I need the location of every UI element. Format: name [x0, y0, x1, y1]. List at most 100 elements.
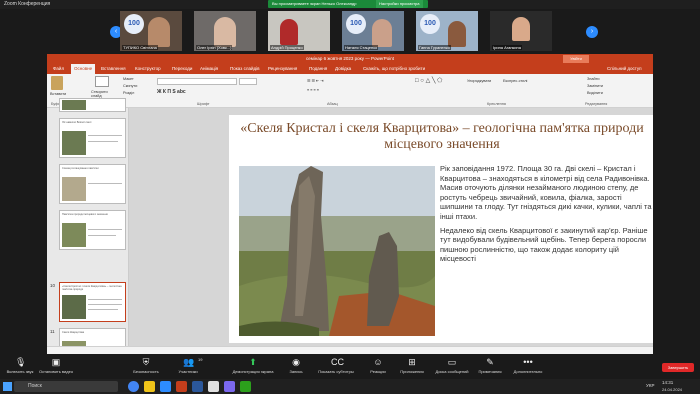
slide-thumbnail[interactable]: Схема розташування пам'ятки — [59, 164, 126, 204]
participant-tile[interactable]: 100 Ганна Гураненко — [416, 11, 478, 51]
participant-tile[interactable]: 100 Наталя Стаценко — [342, 11, 404, 51]
apps-label: Приложения — [400, 369, 424, 374]
ribbon-group-editing: Редагування — [585, 102, 608, 106]
video-button[interactable]: ▣ Остановить видео — [36, 357, 76, 374]
thumbnail-title: Скеля Кварцитова — [62, 331, 85, 334]
participant-tile[interactable]: Олег Ірхін (Ховк...) — [194, 11, 256, 51]
whiteboard-label: Доска сообщений — [435, 369, 469, 374]
share-screen-button[interactable]: ⬆ Демонстрация экрана — [226, 357, 280, 374]
new-slide-button[interactable]: Створити слайд — [91, 90, 115, 98]
menu-review[interactable]: Рецензування — [268, 64, 297, 74]
gallery-next-icon[interactable]: › — [586, 26, 598, 38]
new-slide-icon[interactable] — [95, 76, 109, 87]
menu-home[interactable]: Основне — [71, 64, 96, 74]
share-banner: Вы просматриваете экран Ненько Олександр… — [268, 0, 428, 8]
more-label: Дополнительно — [513, 369, 543, 374]
zoom-app-icon[interactable] — [160, 381, 171, 392]
sign-in-button[interactable]: Увійти — [563, 55, 589, 63]
captions-button[interactable]: CC Показать субтитры — [312, 357, 360, 374]
microphone-icon: 🎙 — [15, 357, 27, 367]
slide-title[interactable]: «Скеля Кристал і скеля Кварцитова» – гео… — [239, 121, 645, 153]
avatar — [148, 17, 170, 47]
avatar: 100 — [124, 14, 144, 34]
menu-view[interactable]: Подання — [309, 64, 327, 74]
clock-time[interactable]: 14:31 — [662, 380, 673, 385]
whiteboard-button[interactable]: ▭ Доска сообщений — [430, 357, 474, 374]
slide-paragraph: Рік заповідання 1972. Площа 30 га. Дві с… — [440, 164, 652, 221]
avatar: 100 — [346, 14, 366, 34]
menu-insert[interactable]: Вставлення — [101, 64, 126, 74]
font-name-select[interactable] — [157, 78, 237, 85]
powerpoint-window: семінар 6 жовтня 2023 року — PowerPoint … — [47, 54, 653, 354]
share-button[interactable]: Спільний доступ — [607, 64, 642, 74]
current-slide[interactable]: «Скеля Кристал і скеля Кварцитова» – гео… — [229, 115, 653, 343]
view-settings-button[interactable]: Настройки просмотра — [376, 0, 423, 8]
folder-icon[interactable] — [144, 381, 155, 392]
notes-icon: ✎ — [486, 357, 494, 367]
slide-paragraph: Недалеко від скель Кварцитової є закинут… — [440, 225, 648, 264]
participant-name: Наталя Стаценко — [344, 45, 379, 50]
chrome-icon[interactable] — [128, 381, 139, 392]
ribbon-group-drawing: Креслення — [487, 102, 506, 106]
word-app-icon[interactable] — [192, 381, 203, 392]
font-format-icon[interactable]: Ж К П S abc — [157, 89, 186, 95]
more-icon: ••• — [523, 357, 533, 367]
taskbar-search[interactable]: Поиск — [14, 381, 118, 392]
bullets-icon[interactable]: ☰ ☰ ⇤ ⇥ — [307, 78, 323, 83]
notes-button[interactable]: ✎ Примечания — [470, 357, 510, 374]
thumbnail-text-line — [88, 309, 118, 310]
reactions-label: Реакции — [370, 369, 386, 374]
windows-start-icon[interactable] — [3, 382, 12, 391]
mute-button[interactable]: 🎙 Включить звук — [0, 357, 40, 374]
replace-button[interactable]: Замінити — [587, 84, 603, 88]
paste-button[interactable]: Вставити — [50, 92, 66, 96]
powerpoint-app-icon[interactable] — [176, 381, 187, 392]
avatar — [372, 19, 392, 47]
participant-name: Олег Ірхін (Ховк...) — [196, 45, 233, 50]
record-icon: ◉ — [292, 357, 300, 367]
clock-date[interactable]: 24.04.2024 — [662, 387, 682, 392]
menu-animations[interactable]: Анімація — [200, 64, 218, 74]
end-meeting-button[interactable]: Завершить — [662, 363, 694, 372]
participants-count: 19 — [198, 357, 203, 362]
slide-thumbnail[interactable]: Ліс навколо Вовчої скелі — [59, 118, 126, 158]
keyboard-language[interactable]: УКР — [646, 383, 654, 388]
select-button[interactable]: Виділити — [587, 91, 603, 95]
slide-thumbnail-selected[interactable]: 10 «Скеля Кристал і скеля Кварцитова» – … — [50, 282, 126, 322]
align-icon[interactable]: ≡ ≡ ≡ ≡ — [307, 88, 319, 92]
excel-app-icon[interactable] — [240, 381, 251, 392]
whiteboard-icon: ▭ — [447, 357, 457, 367]
reset-button[interactable]: Скинути — [123, 84, 137, 88]
slide-thumbnail[interactable]: Пам'ятка природи місцевого значення — [59, 210, 126, 250]
menu-design[interactable]: Конструктор — [135, 64, 161, 74]
find-button[interactable]: Знайти — [587, 77, 599, 81]
quick-styles-button[interactable]: Експрес-стилі — [503, 79, 527, 83]
slide-body-text[interactable]: Рік заповідання 1972. Площа 30 га. Дві с… — [440, 164, 652, 268]
participant-tile[interactable]: Андрій Проценко — [268, 11, 330, 51]
more-button[interactable]: ••• Дополнительно — [508, 357, 548, 374]
menu-slideshow[interactable]: Показ слайдів — [230, 64, 259, 74]
app-icon[interactable] — [224, 381, 235, 392]
mail-icon[interactable] — [208, 381, 219, 392]
font-size-select[interactable] — [239, 78, 257, 85]
slide-photo[interactable] — [239, 166, 435, 336]
menu-file[interactable]: Файл — [53, 64, 64, 74]
arrange-button[interactable]: Упорядкувати — [467, 79, 491, 83]
apps-button[interactable]: ⊞ Приложения — [392, 357, 432, 374]
shapes-icon[interactable]: □ ○ △ ╲ ⬠ — [415, 77, 442, 84]
menu-transitions[interactable]: Переходи — [172, 64, 192, 74]
tell-me-search[interactable]: Скажіть, що потрібно зробити — [363, 64, 425, 74]
layout-button[interactable]: Макет — [123, 77, 134, 81]
slide-thumbnail[interactable] — [59, 98, 126, 112]
participant-tile[interactable]: Ірина Агапкина — [490, 11, 552, 51]
participant-name: Андрій Проценко — [270, 45, 304, 50]
menu-help[interactable]: Довідка — [335, 64, 351, 74]
thumbnail-title: Схема розташування пам'ятки — [62, 167, 99, 170]
record-button[interactable]: ◉ Запись — [276, 357, 316, 374]
participant-gallery: ‹ 100 ТУПИКО Світлана Олег Ірхін (Ховк..… — [0, 9, 700, 53]
thumbnail-number: 10 — [50, 283, 56, 288]
security-button[interactable]: ⛨ Безопасность — [126, 357, 166, 374]
participant-tile[interactable]: 100 ТУПИКО Світлана — [120, 11, 182, 51]
paste-icon[interactable] — [51, 76, 63, 90]
section-button[interactable]: Розділ — [123, 91, 134, 95]
